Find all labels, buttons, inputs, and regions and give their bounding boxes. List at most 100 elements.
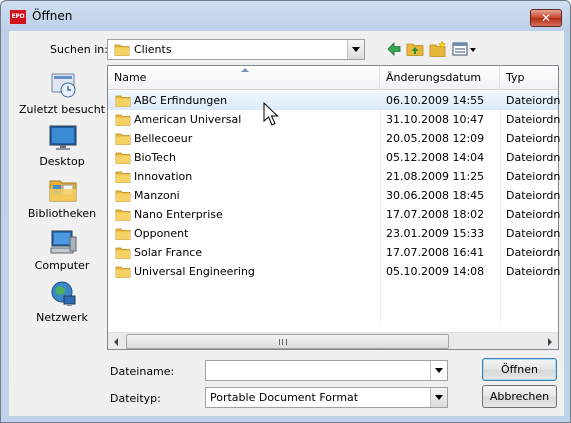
arrow-right-icon [548, 338, 552, 346]
grip-icon [279, 339, 287, 345]
place-computer[interactable]: Computer [19, 227, 105, 277]
folder-icon-wrap [115, 189, 131, 202]
file-type: Dateiordner [506, 94, 560, 107]
folder-icon-wrap [115, 151, 131, 164]
filename-label: Dateiname: [110, 365, 175, 378]
column-header-label: Typ [506, 71, 525, 84]
folder-icon-wrap [115, 170, 131, 183]
app-icon: EPO [10, 10, 26, 24]
filetype-select[interactable]: Portable Document Format [205, 387, 448, 408]
file-name: Opponent [134, 227, 189, 240]
file-name: Manzoni [134, 189, 180, 202]
folder-icon [115, 190, 131, 202]
new-folder-icon[interactable] [429, 40, 447, 58]
lookin-value: Clients [134, 43, 172, 56]
column-header-type[interactable]: Typ [500, 66, 558, 90]
view-menu-icon[interactable] [452, 40, 478, 58]
file-name: Nano Enterprise [134, 208, 223, 221]
arrow-left-icon [114, 338, 118, 346]
file-date: 17.07.2008 18:02 [386, 208, 485, 221]
place-label: Bibliotheken [27, 207, 97, 220]
list-header: Name Änderungsdatum Typ [108, 66, 558, 90]
folder-icon [115, 209, 131, 221]
dialog-body: Suchen in: Clients Zuletzt besucht Deskt… [9, 31, 564, 416]
file-type: Dateiordner [506, 151, 560, 164]
lookin-dropdown-button[interactable] [347, 40, 364, 59]
file-date: 30.06.2008 18:45 [386, 189, 485, 202]
file-date: 31.10.2008 10:47 [386, 113, 485, 126]
filetype-value: Portable Document Format [210, 391, 359, 404]
folder-icon [115, 171, 131, 183]
file-type: Dateiordner [506, 265, 560, 278]
file-row[interactable]: Innovation 21.08.2009 11:25 Dateiordner [108, 167, 560, 186]
folder-icon-wrap [115, 113, 131, 126]
file-name: Bellecoeur [134, 132, 193, 145]
file-date: 23.01.2009 15:33 [386, 227, 485, 240]
column-header-label: Name [114, 71, 147, 84]
up-folder-icon[interactable] [406, 40, 424, 58]
file-row[interactable]: American Universal 31.10.2008 10:47 Dateio… [108, 110, 560, 129]
recent-places-icon [51, 73, 76, 98]
back-arrow-icon[interactable] [385, 40, 403, 58]
file-name: American Universal [134, 113, 242, 126]
lookin-dropdown[interactable]: Clients [107, 39, 365, 60]
place-libraries[interactable]: Bibliotheken [19, 175, 105, 225]
file-list[interactable]: Name Änderungsdatum Typ ABC Erfindungen 0… [107, 65, 560, 350]
cancel-button[interactable]: Abbrechen [482, 385, 557, 408]
mouse-cursor-icon [263, 102, 279, 126]
file-name: Solar France [134, 246, 203, 259]
folder-icon [115, 95, 131, 107]
file-name: Innovation [134, 170, 193, 183]
folder-icon [115, 114, 131, 126]
folder-icon-wrap [115, 94, 131, 107]
file-row[interactable]: ABC Erfindungen 06.10.2009 14:55 Dateiordn… [108, 91, 560, 110]
file-type: Dateiordner [506, 246, 560, 259]
filetype-label: Dateityp: [110, 392, 161, 405]
folder-icon-wrap [115, 227, 131, 240]
file-date: 05.12.2008 14:04 [386, 151, 485, 164]
column-header-name[interactable]: Name [108, 66, 380, 90]
file-type: Dateiordner [506, 170, 560, 183]
folder-icon [115, 152, 131, 164]
desktop-icon [49, 125, 77, 150]
place-desktop[interactable]: Desktop [19, 123, 105, 173]
folder-icon [115, 247, 131, 259]
file-date: 06.10.2009 14:55 [386, 94, 485, 107]
place-label: Desktop [39, 155, 85, 168]
folder-icon-wrap [115, 208, 131, 221]
scroll-thumb[interactable] [126, 334, 449, 349]
open-button[interactable]: Öffnen [482, 358, 557, 381]
file-row[interactable]: Manzoni 30.06.2008 18:45 Dateiordner [108, 186, 560, 205]
filetype-dropdown-button[interactable] [430, 388, 447, 407]
folder-icon-wrap [115, 246, 131, 259]
computer-icon [50, 230, 77, 254]
chevron-down-icon [435, 395, 443, 400]
folder-icon [115, 133, 131, 145]
column-header-date[interactable]: Änderungsdatum [380, 66, 500, 90]
places-bar: Zuletzt besucht Desktop Bibliotheken Com… [19, 71, 105, 336]
filename-field[interactable] [205, 360, 448, 381]
file-row[interactable]: Opponent 23.01.2009 15:33 Dateiordner [108, 224, 560, 243]
scroll-right-button[interactable] [541, 333, 558, 350]
close-button[interactable]: ✕ [530, 9, 562, 27]
filename-dropdown-button[interactable] [430, 361, 447, 380]
file-row[interactable]: BioTech 05.12.2008 14:04 Dateiordner [108, 148, 560, 167]
horizontal-scrollbar[interactable] [108, 332, 558, 349]
place-label: Computer [34, 259, 90, 272]
file-date: 17.07.2008 16:41 [386, 246, 485, 259]
place-network[interactable]: Netzwerk [19, 279, 105, 329]
file-type: Dateiordner [506, 208, 560, 221]
file-type: Dateiordner [506, 189, 560, 202]
file-type: Dateiordner [506, 113, 560, 126]
scroll-left-button[interactable] [108, 333, 125, 350]
chevron-down-icon [352, 47, 360, 52]
file-row[interactable]: Solar France 17.07.2008 16:41 Dateiordner [108, 243, 560, 262]
title-bar[interactable]: EPO Öffnen ✕ [1, 1, 570, 31]
file-row[interactable]: Nano Enterprise 17.07.2008 18:02 Dateiordn… [108, 205, 560, 224]
file-row[interactable]: Bellecoeur 20.05.2008 12:09 Dateiordner [108, 129, 560, 148]
folder-icon-wrap [115, 132, 131, 145]
libraries-icon [49, 180, 77, 202]
file-row[interactable]: Universal Engineering 05.10.2009 14:08 Dat… [108, 262, 560, 281]
place-recent[interactable]: Zuletzt besucht [19, 71, 105, 121]
folder-icon [115, 266, 131, 278]
